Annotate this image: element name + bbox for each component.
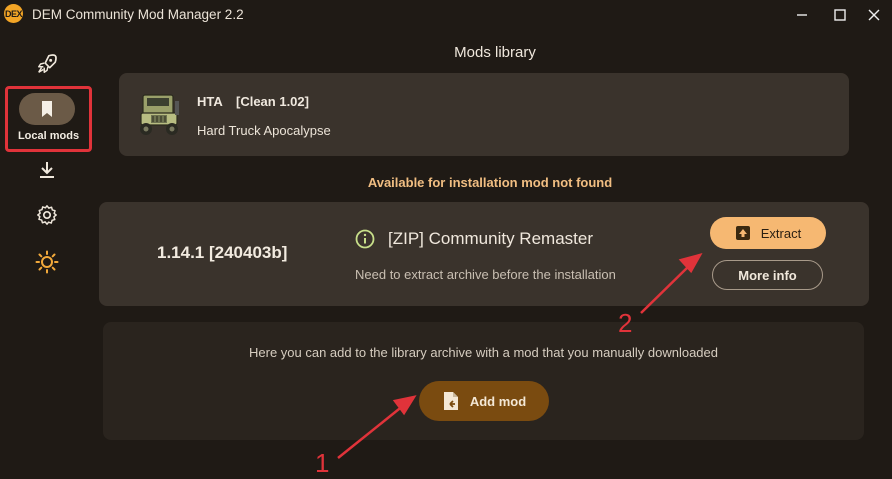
sidebar: Local mods xyxy=(0,30,94,479)
mod-name: [ZIP] Community Remaster xyxy=(388,229,593,248)
extract-button[interactable]: Extract xyxy=(710,217,826,249)
annotation-number-2: 2 xyxy=(618,308,633,338)
sidebar-item-label: Local mods xyxy=(17,130,80,142)
game-full-name: Hard Truck Apocalypse xyxy=(197,123,331,138)
app-title: DEM Community Mod Manager 2.2 xyxy=(32,7,244,22)
minimize-button[interactable] xyxy=(790,4,814,26)
add-mod-card: Here you can add to the library archive … xyxy=(103,322,864,440)
maximize-button[interactable] xyxy=(828,4,852,26)
close-button[interactable] xyxy=(862,4,886,26)
game-short-name: HTA xyxy=(197,94,223,109)
annotation-number-1: 1 xyxy=(315,448,330,478)
title-bar: DEX DEM Community Mod Manager 2.2 xyxy=(0,0,892,30)
maximize-icon xyxy=(834,9,846,21)
add-mod-hint: Here you can add to the library archive … xyxy=(249,345,718,360)
download-icon xyxy=(40,162,54,178)
mod-version: 1.14.1 [240403b] xyxy=(157,243,288,262)
page-title: Mods library xyxy=(454,44,536,61)
bookmark-icon xyxy=(42,101,52,117)
more-info-button[interactable]: More info xyxy=(712,260,823,290)
close-icon xyxy=(868,9,880,21)
game-card[interactable]: HTA [Clean 1.02] Hard Truck Apocalypse xyxy=(119,73,849,156)
file-add-icon xyxy=(443,392,458,410)
game-version: [Clean 1.02] xyxy=(236,94,309,109)
gear-icon xyxy=(37,205,57,225)
info-icon xyxy=(355,229,375,249)
extract-icon xyxy=(735,226,750,240)
mod-card: 1.14.1 [240403b] [ZIP] Community Remaste… xyxy=(99,202,869,306)
extract-label: Extract xyxy=(760,225,802,241)
sidebar-item-local-mods[interactable]: Local mods xyxy=(5,86,92,152)
rocket-icon xyxy=(38,54,57,73)
notice-text: Available for installation mod not found xyxy=(367,175,613,190)
local-mods-pill xyxy=(19,93,75,125)
mod-description: Need to extract archive before the insta… xyxy=(355,267,616,282)
sidebar-item-settings[interactable] xyxy=(22,195,72,235)
truck-thumbnail xyxy=(140,94,179,135)
add-mod-label: Add mod xyxy=(469,393,527,409)
sidebar-item-launch[interactable] xyxy=(22,44,72,84)
app-logo: DEX xyxy=(4,4,23,23)
minimize-icon xyxy=(797,14,807,16)
add-mod-button[interactable]: Add mod xyxy=(419,381,549,421)
sidebar-item-download[interactable] xyxy=(22,150,72,190)
sun-icon xyxy=(35,250,59,274)
sidebar-item-theme[interactable] xyxy=(22,242,72,282)
